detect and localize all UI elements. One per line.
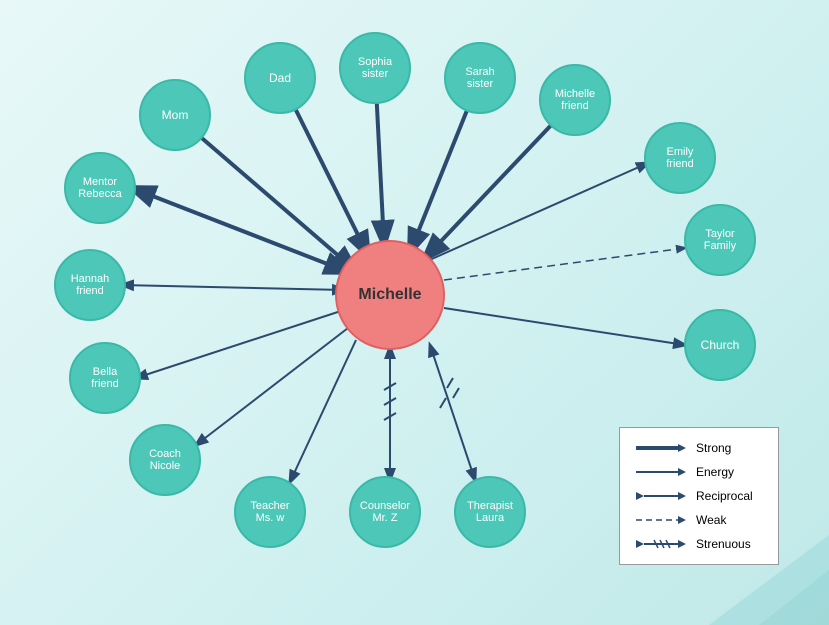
node-michelle-friend: Michellefriend — [539, 64, 611, 136]
node-mom: Mom — [139, 79, 211, 151]
diagram-container: Michelle Mom Dad Sophiasister Sarahsiste… — [0, 0, 829, 625]
node-hannah: Hannahfriend — [54, 249, 126, 321]
node-sarah: Sarahsister — [444, 42, 516, 114]
node-dad: Dad — [244, 42, 316, 114]
node-church: Church — [684, 309, 756, 381]
node-coach: CoachNicole — [129, 424, 201, 496]
legend-label-strong: Strong — [696, 441, 731, 455]
node-teacher: TeacherMs. w — [234, 476, 306, 548]
bg-decoration — [629, 475, 829, 625]
legend-item-strong: Strong — [636, 440, 762, 456]
node-therapist: TherapistLaura — [454, 476, 526, 548]
node-mentor: MentorRebecca — [64, 152, 136, 224]
central-node: Michelle — [335, 240, 445, 350]
node-counselor: CounselorMr. Z — [349, 476, 421, 548]
node-emily: Emilyfriend — [644, 122, 716, 194]
node-taylor: TaylorFamily — [684, 204, 756, 276]
node-bella: Bellafriend — [69, 342, 141, 414]
node-sophia: Sophiasister — [339, 32, 411, 104]
